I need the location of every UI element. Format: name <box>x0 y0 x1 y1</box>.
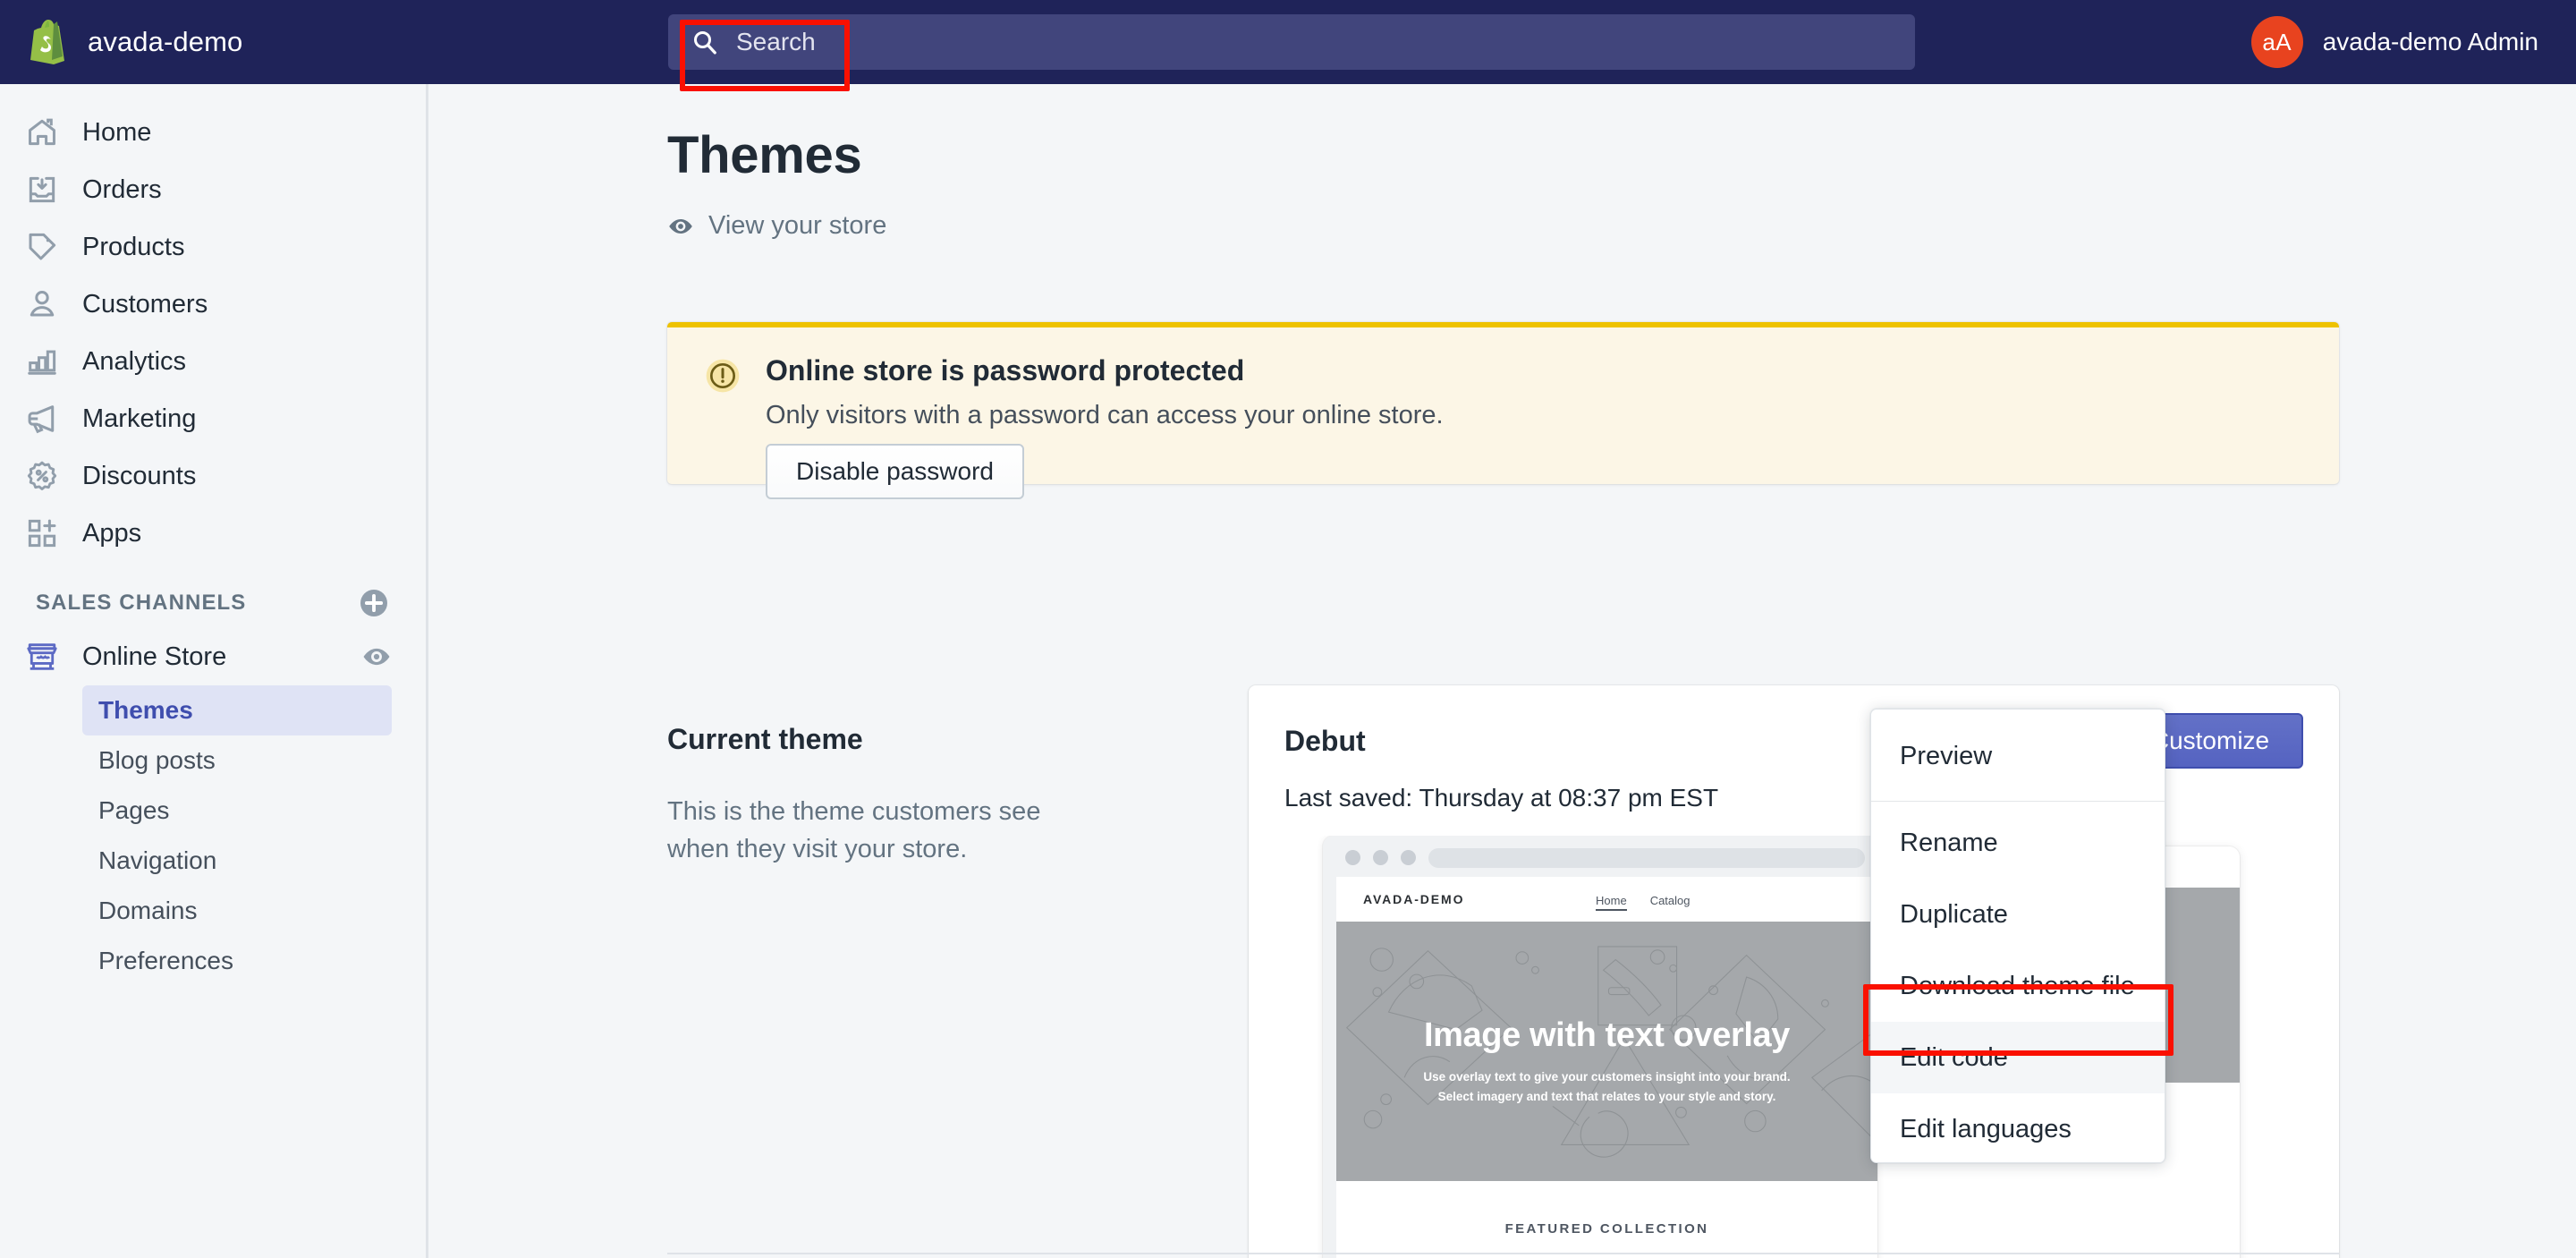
sidebar-item-home[interactable]: Home <box>0 104 426 161</box>
preview-site: AVADA-DEMO Home Catalog Image with text … <box>1336 877 1877 1258</box>
search-input[interactable]: Search <box>736 28 816 56</box>
avatar: aA <box>2250 16 2303 68</box>
browser-dot <box>1345 850 1360 865</box>
sidebar-item-apps[interactable]: Apps <box>0 505 426 562</box>
menu-item-preview[interactable]: Preview <box>1871 720 2165 792</box>
eye-icon[interactable] <box>361 642 392 672</box>
user-name-label: avada-demo Admin <box>2322 28 2538 55</box>
orders-inbox-icon <box>29 176 55 203</box>
theme-card: Debut Last saved: Thursday at 08:37 pm E… <box>1249 685 2339 1258</box>
sidebar-item-label: Blog posts <box>98 746 216 774</box>
sidebar-item-products[interactable]: Products <box>0 218 426 276</box>
password-protected-banner: Online store is password protected Only … <box>667 322 2339 499</box>
top-bar: avada-demo Search aA avada-demo Admin <box>0 0 2576 84</box>
browser-url-bar <box>1428 848 1865 868</box>
theme-preview-area: FEATURED COLLECTION AVADA-DEMO Home Cata… <box>1249 836 2339 1258</box>
sidebar-item-label: Online Store <box>82 642 227 671</box>
apps-grid-plus-icon <box>28 519 56 548</box>
shopify-bag-icon <box>30 20 64 64</box>
customer-person-icon <box>30 291 55 317</box>
menu-item-edit-code[interactable]: Edit code <box>1871 1022 2165 1093</box>
sidebar-item-label: Apps <box>82 518 142 548</box>
menu-item-duplicate[interactable]: Duplicate <box>1871 879 2165 950</box>
sidebar-item-label: Orders <box>82 174 162 204</box>
search-icon <box>693 30 716 55</box>
preview-hero-subtitle-line2: Select imagery and text that relates to … <box>1437 1090 1776 1104</box>
menu-item-edit-languages[interactable]: Edit languages <box>1871 1093 2165 1165</box>
page-title: Themes <box>667 126 862 184</box>
browser-dot <box>1373 850 1388 865</box>
sidebar-item-marketing[interactable]: Marketing <box>0 390 426 447</box>
sidebar-item-label: Discounts <box>82 461 197 490</box>
banner-body: Only visitors with a password can access… <box>766 401 1444 429</box>
browser-dot <box>1401 850 1416 865</box>
alert-exclamation-circle-icon <box>706 359 740 393</box>
menu-item-rename[interactable]: Rename <box>1871 807 2165 879</box>
global-search-bar[interactable]: Search <box>668 14 1915 70</box>
menu-divider <box>1871 801 2165 802</box>
theme-name: Debut <box>1284 725 1366 757</box>
disable-password-button[interactable]: Disable password <box>766 444 1024 499</box>
sidebar: Home Orders Products Customers Analytics… <box>0 84 428 1258</box>
sidebar-item-label: Customers <box>82 289 208 319</box>
menu-item-download-theme-file[interactable]: Download theme file <box>1871 950 2165 1022</box>
preview-nav-catalog: Catalog <box>1649 894 1690 907</box>
eye-icon <box>669 218 692 234</box>
sidebar-item-label: Analytics <box>82 346 187 376</box>
preview-site-header: AVADA-DEMO Home Catalog <box>1336 877 1877 922</box>
sidebar-item-customers[interactable]: Customers <box>0 276 426 333</box>
content-divider <box>667 1253 2339 1254</box>
preview-hero: Image with text overlay Use overlay text… <box>1336 922 1877 1181</box>
sidebar-item-label: Products <box>82 232 185 261</box>
sidebar-item-label: Navigation <box>98 846 217 874</box>
sidebar-item-label: Preferences <box>98 947 233 974</box>
actions-dropdown-menu: Preview Rename Duplicate Download theme … <box>1870 709 2165 1163</box>
sidebar-item-navigation[interactable]: Navigation <box>82 836 392 886</box>
home-icon <box>29 118 55 146</box>
plus-circle-icon[interactable] <box>358 587 390 619</box>
preview-site-nav: Home Catalog <box>1596 894 1690 911</box>
preview-site-logo: AVADA-DEMO <box>1363 892 1465 906</box>
sidebar-item-themes[interactable]: Themes <box>82 685 392 735</box>
sidebar-item-preferences[interactable]: Preferences <box>82 936 392 986</box>
preview-hero-subtitle-line1: Use overlay text to give your customers … <box>1423 1070 1791 1084</box>
browser-chrome <box>1323 836 1877 877</box>
analytics-bar-chart-icon <box>28 350 56 375</box>
current-theme-heading: Current theme <box>667 723 863 755</box>
sales-channels-header: SALES CHANNELS <box>0 562 426 628</box>
current-theme-description: This is the theme customers see when the… <box>667 797 1041 864</box>
sidebar-item-label: Pages <box>98 796 170 824</box>
view-your-store-link[interactable]: View your store <box>667 211 886 241</box>
sidebar-item-analytics[interactable]: Analytics <box>0 333 426 390</box>
preview-nav-home: Home <box>1596 894 1627 911</box>
preview-hero-title: Image with text overlay <box>1424 1016 1790 1054</box>
preview-featured-label: FEATURED COLLECTION <box>1504 1221 1709 1237</box>
sidebar-item-pages[interactable]: Pages <box>82 786 392 836</box>
storefront-icon <box>27 643 57 670</box>
sales-channels-title: SALES CHANNELS <box>36 591 247 615</box>
sidebar-item-label: Themes <box>98 696 193 724</box>
marketing-megaphone-icon <box>28 405 55 434</box>
view-your-store-label: View your store <box>708 211 887 240</box>
sidebar-item-domains[interactable]: Domains <box>82 886 392 936</box>
sidebar-item-online-store[interactable]: Online Store <box>0 628 426 685</box>
store-brand[interactable]: avada-demo <box>0 0 428 84</box>
sidebar-item-blog-posts[interactable]: Blog posts <box>82 735 392 786</box>
sidebar-item-label: Marketing <box>82 404 197 433</box>
product-tag-icon <box>29 233 56 260</box>
preview-hero-subtitle: Use overlay text to give your customers … <box>1336 1067 1877 1108</box>
banner-title: Online store is password protected <box>766 354 1245 387</box>
store-name-label: avada-demo <box>88 26 243 57</box>
theme-last-saved: Last saved: Thursday at 08:37 pm EST <box>1284 784 1719 812</box>
sidebar-item-discounts[interactable]: Discounts <box>0 447 426 505</box>
main-content: Themes View your store Online store is p… <box>428 84 2576 1258</box>
sidebar-item-label: Home <box>82 117 152 147</box>
sidebar-item-label: Domains <box>98 897 198 924</box>
user-menu[interactable]: aA avada-demo Admin <box>2250 0 2538 84</box>
sidebar-item-orders[interactable]: Orders <box>0 161 426 218</box>
theme-preview-primary[interactable]: AVADA-DEMO Home Catalog Image with text … <box>1323 836 1877 1258</box>
discount-percent-icon <box>27 461 57 490</box>
